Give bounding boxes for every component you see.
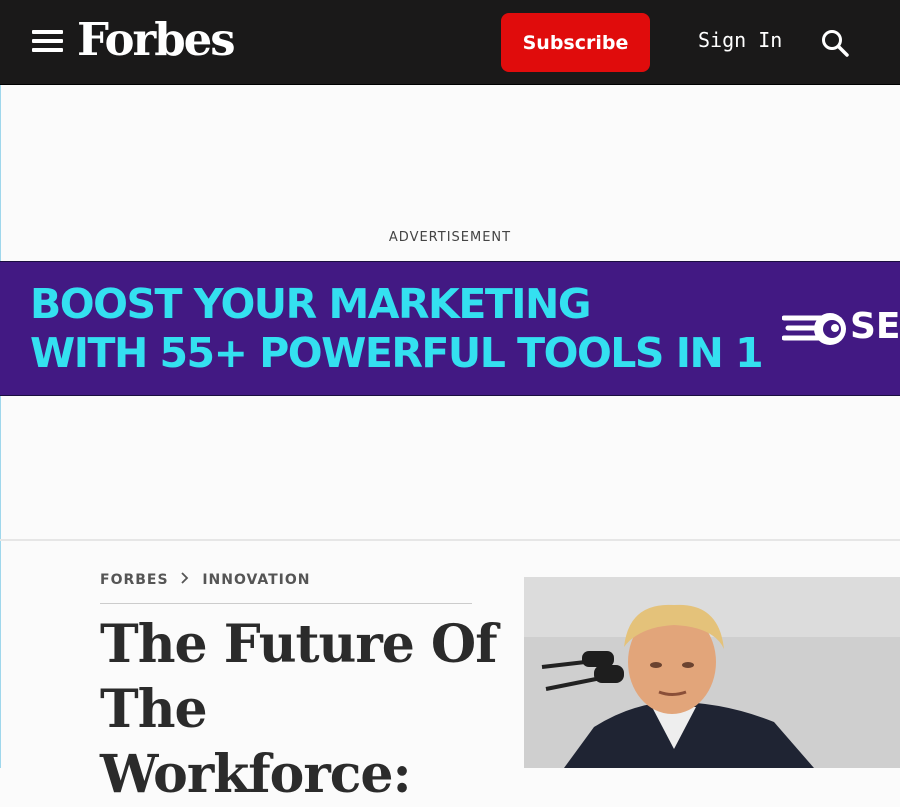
breadcrumb: FORBES INNOVATION [100, 572, 311, 588]
ad-headline-line-2: WITH 55+ POWERFUL TOOLS IN 1 [30, 329, 764, 377]
ad-brand-name: SE [850, 306, 900, 347]
section-divider [0, 539, 900, 541]
ad-banner[interactable]: BOOST YOUR MARKETING WITH 55+ POWERFUL T… [0, 261, 900, 396]
chevron-right-icon [181, 572, 189, 584]
subscribe-button[interactable]: Subscribe [501, 13, 650, 72]
site-header: Forbes Subscribe Sign In [0, 0, 900, 85]
forbes-logo[interactable]: Forbes [77, 12, 236, 68]
article-headline: The Future Of The Workforce: [100, 614, 498, 805]
menu-icon[interactable] [32, 30, 63, 54]
sign-in-link[interactable]: Sign In [698, 28, 782, 52]
advertisement-label: ADVERTISEMENT [388, 230, 512, 245]
article-photo[interactable] [524, 577, 900, 768]
search-icon[interactable] [820, 28, 850, 58]
ad-headline-line-1: BOOST YOUR MARKETING [30, 280, 592, 328]
breadcrumb-forbes[interactable]: FORBES [100, 572, 169, 588]
page-edge [0, 85, 1, 768]
breadcrumb-innovation[interactable]: INNOVATION [202, 572, 310, 588]
breadcrumb-rule [100, 603, 472, 604]
ad-brand-logo-icon [782, 313, 846, 345]
